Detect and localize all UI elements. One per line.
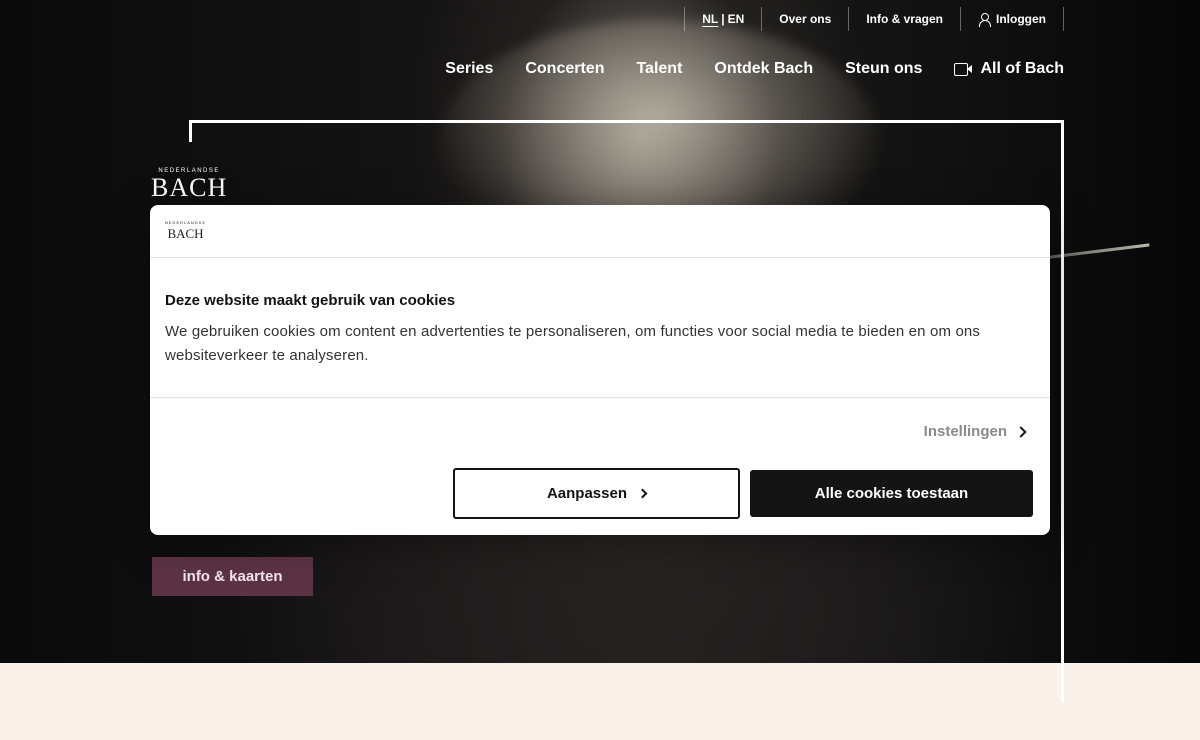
lang-nl-link[interactable]: NL (702, 12, 718, 26)
hero-frame-left-edge (189, 120, 192, 142)
utility-separator (1063, 7, 1064, 31)
nav-item-concerten[interactable]: Concerten (525, 60, 604, 78)
site-logo[interactable]: NEDERLANDSE BACH (151, 168, 227, 201)
nav-item-steun-ons[interactable]: Steun ons (845, 60, 922, 78)
settings-link[interactable]: Instellingen (923, 423, 1027, 440)
main-nav: Series Concerten Talent Ontdek Bach Steu… (445, 60, 1064, 78)
cookie-dialog-body: Deze website maakt gebruik van cookies W… (150, 258, 1050, 398)
lang-separator: | (721, 12, 725, 26)
lang-en-link[interactable]: EN (728, 12, 745, 26)
chevron-right-icon (637, 488, 648, 499)
user-icon (978, 12, 991, 27)
cookie-dialog-text: We gebruiken cookies om content en adver… (165, 323, 981, 364)
accept-all-button[interactable]: Alle cookies toestaan (750, 470, 1033, 517)
utility-nav: NL | EN Over ons Info & vragen Inloggen (684, 7, 1064, 31)
language-switch: NL | EN (685, 12, 761, 26)
about-label: Over ons (779, 12, 832, 26)
nav-item-talent[interactable]: Talent (636, 60, 682, 78)
nav-item-series[interactable]: Series (445, 60, 493, 78)
video-icon (954, 63, 973, 76)
login-label: Inloggen (996, 12, 1046, 26)
customize-label: Aanpassen (546, 485, 628, 502)
info-link[interactable]: Info & vragen (849, 12, 960, 26)
all-of-bach-label: All of Bach (980, 60, 1064, 77)
settings-label: Instellingen (923, 423, 1007, 440)
cookie-logo-wordmark: BACH (167, 225, 204, 241)
cookie-dialog-logo: NEDERLANDSE BACH (165, 220, 206, 243)
cookie-dialog: NEDERLANDSE BACH Deze website maakt gebr… (150, 205, 1050, 535)
cookie-dialog-title: Deze website maakt gebruik van cookies (165, 292, 456, 309)
info-label: Info & vragen (866, 12, 943, 26)
chevron-right-icon (1015, 425, 1027, 438)
cookie-dialog-header: NEDERLANDSE BACH (150, 205, 1050, 258)
nav-item-ontdek-bach[interactable]: Ontdek Bach (714, 60, 813, 78)
info-tickets-button[interactable]: info & kaarten (152, 557, 313, 596)
cookie-logo-tagline: NEDERLANDSE (165, 219, 207, 225)
about-link[interactable]: Over ons (762, 12, 848, 26)
customize-button[interactable]: Aanpassen (453, 468, 740, 519)
nav-item-all-of-bach[interactable]: All of Bach (954, 60, 1064, 78)
logo-wordmark: BACH (151, 173, 228, 202)
login-link[interactable]: Inloggen (961, 12, 1063, 27)
